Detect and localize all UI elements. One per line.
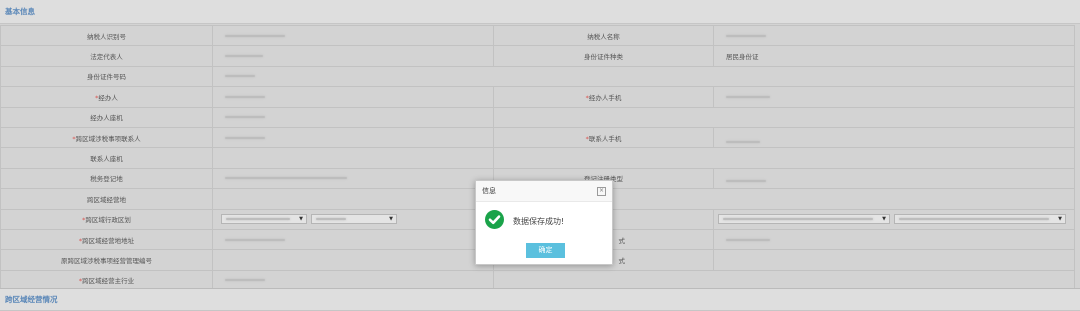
label-contact-phone: 联系人座机 [0,147,213,169]
form-row: 法定代表人 身份证件种类 居民身份证 [0,45,1075,67]
input-contact-phone[interactable] [212,147,494,169]
section-header-basic-info: 基本信息 [0,0,1080,24]
value-orig-mgmt-right [713,249,1075,271]
label-text: 跨区域行政区划 [85,216,131,225]
form-row: 经办人座机 [0,106,1075,128]
label-id-type: 身份证件种类 [493,45,714,67]
input-handler-mobile[interactable] [713,86,1075,108]
label-text: 联系人手机 [588,134,622,143]
province-select[interactable]: ▼ [221,214,307,225]
input-contact[interactable] [212,126,494,149]
blurred-value [226,218,290,221]
label-biz-address: *跨区域经营地地址 [0,228,213,251]
value-legal-rep [212,45,494,67]
blurred-value [225,75,255,78]
blurred-value [726,34,766,37]
label-text: 跨区域经营地地址 [82,236,135,245]
value-reg-type [713,167,1075,190]
blurred-value [316,218,346,221]
blurred-value [899,218,1049,221]
section-header-cross-region: 跨区域经营情况 [0,288,1080,311]
label-text: 经办人手机 [588,93,622,102]
confirm-button[interactable]: 确定 [526,243,565,258]
blurred-value [225,136,265,139]
label-text: 跨区域涉税事项联系人 [75,134,141,143]
label-id-number: 身份证件号码 [0,65,213,88]
blurred-value [726,180,766,183]
chevron-down-icon: ▼ [1058,216,1062,223]
label-taxpayer-id: 纳税人识别号 [0,24,213,47]
form-row: 身份证件号码 [0,65,1075,88]
form-row: *跨区域涉税事项联系人 *联系人手机 [0,126,1075,149]
chevron-down-icon: ▼ [299,216,303,223]
tax-authority-select[interactable]: ▼ [718,214,890,225]
label-contact: *跨区域涉税事项联系人 [0,126,213,149]
blurred-value [225,238,285,241]
label-handler-phone: 经办人座机 [0,106,213,128]
input-orig-mgmt-no[interactable] [212,249,494,271]
label-contact-mobile: *联系人手机 [493,126,714,149]
label-handler-mobile: *经办人手机 [493,86,714,108]
empty-cell [493,106,1075,128]
blurred-value [723,218,873,221]
label-legal-rep: 法定代表人 [0,45,213,67]
tax-office-select[interactable]: ▼ [894,214,1066,225]
city-select[interactable]: ▼ [311,214,397,225]
value-id-number [212,65,1075,88]
value-id-type: 居民身份证 [713,45,1075,67]
value-taxpayer-name [713,24,1075,47]
label-biz-place: 跨区域经营地 [0,188,213,210]
value-biz-address-right [713,228,1075,251]
form-row: 纳税人识别号 纳税人名称 [0,24,1075,47]
label-tax-reg-addr: 税务登记地 [0,167,213,190]
info-dialog: 信息 × 数据保存成功! 确定 [475,180,613,265]
input-handler[interactable] [212,86,494,108]
blurred-value [726,95,770,98]
input-biz-address[interactable] [212,228,494,251]
input-handler-phone[interactable] [212,106,494,128]
blurred-value [726,140,760,143]
label-admin-region: *跨区域行政区划 [0,208,213,230]
input-biz-place[interactable] [212,188,494,210]
label-taxpayer-name: 纳税人名称 [493,24,714,47]
form-row: *经办人 *经办人手机 [0,86,1075,108]
admin-region-selects: ▼ ▼ [212,208,494,230]
tax-authority-selects: ▼ ▼ [713,208,1075,230]
dialog-body: 数据保存成功! [476,202,612,236]
value-tax-reg-addr [212,167,494,190]
dialog-title: 信息 [482,187,496,195]
label-handler: *经办人 [0,86,213,108]
page: 基本信息 纳税人识别号 纳税人名称 法定代表人 身份证件种类 居民身份证 身份证… [0,0,1080,311]
blurred-value [225,279,265,282]
empty-cell [493,147,1075,169]
dialog-titlebar: 信息 × [476,181,612,202]
blurred-value [726,238,770,241]
chevron-down-icon: ▼ [882,216,886,223]
label-text: 跨区域经营主行业 [82,277,135,286]
label-orig-mgmt-no: 原跨区域涉税事项经营管理编号 [0,249,213,271]
form-row: 联系人座机 [0,147,1075,169]
chevron-down-icon: ▼ [389,216,393,223]
input-contact-mobile[interactable] [713,126,1075,149]
blurred-value [225,95,265,98]
blurred-value [225,55,263,58]
blurred-value [225,34,285,37]
label-text: 经办人 [98,93,118,102]
blurred-value [225,116,265,119]
value-taxpayer-id [212,24,494,47]
dialog-message: 数据保存成功! [513,217,565,226]
blurred-value [225,177,347,180]
success-check-icon [485,210,504,229]
close-icon[interactable]: × [597,187,606,196]
